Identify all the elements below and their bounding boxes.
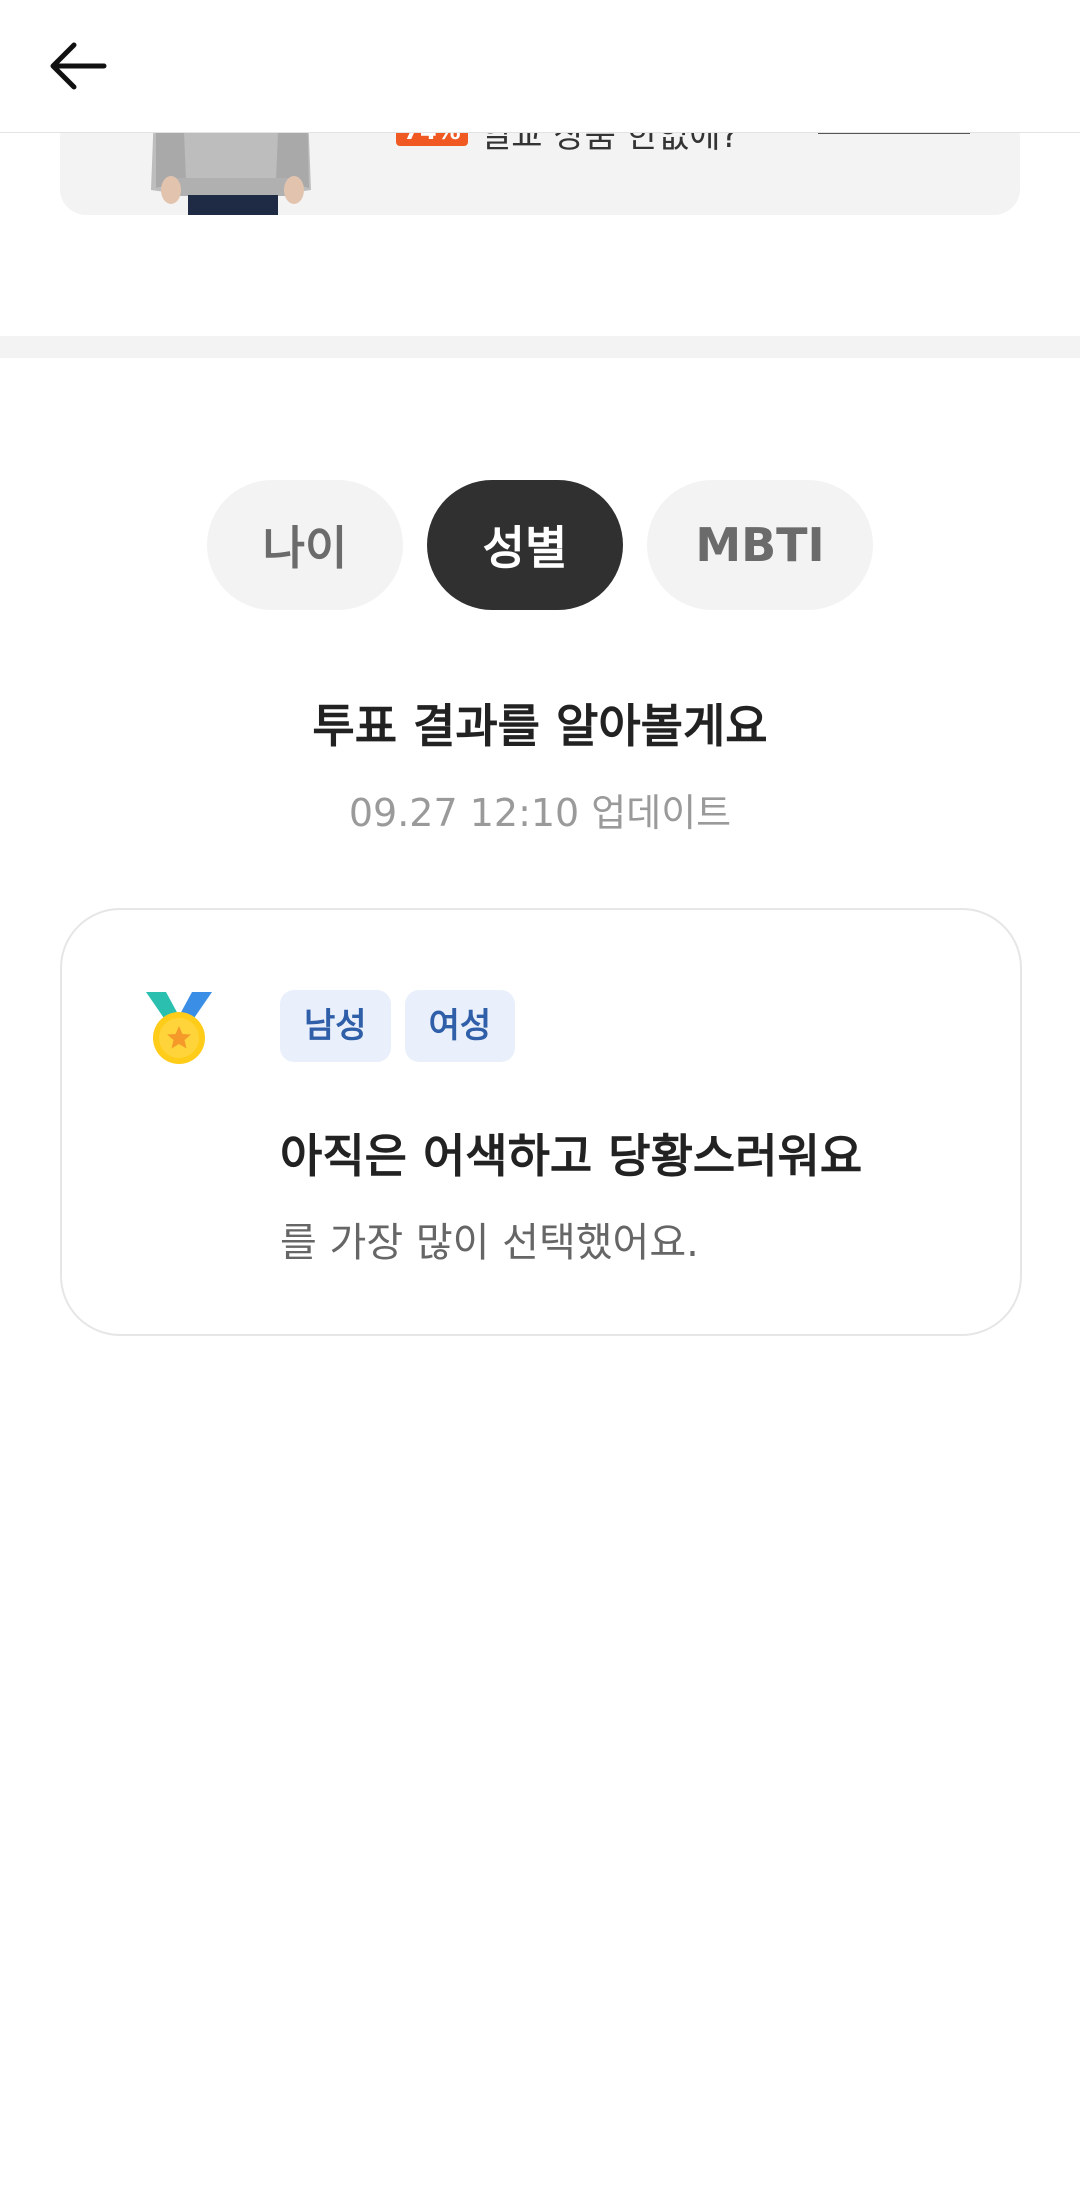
back-button[interactable] [34,24,122,108]
vote-result-page: 74% 일교 상품 한없에? 나이 성별 MBTI 투표 결과를 알아볼게요 0… [0,0,1080,2204]
answer-suffix: 를 가장 많이 선택했어요. [280,1220,699,1266]
section-divider [0,336,1080,358]
tab-gender[interactable]: 성별 [427,480,623,610]
top-answer: 아직은 어색하고 당황스러워요 [280,1129,863,1183]
filter-tabs: 나이 성별 MBTI [0,480,1080,610]
chip-female: 여성 [404,990,516,1062]
tab-age[interactable]: 나이 [207,480,403,610]
chip-male: 남성 [280,990,391,1062]
gold-medal-icon [146,992,212,1064]
result-title: 투표 결과를 알아볼게요 [312,699,768,753]
arrow-left-icon [50,42,107,90]
top-bar [0,0,1080,133]
tab-mbti[interactable]: MBTI [647,480,873,610]
chips: 남성 여성 [280,990,516,1062]
update-time: 09.27 12:10 업데이트 [348,791,732,835]
result-card: 남성 여성 아직은 어색하고 당황스러워요 를 가장 많이 선택했어요. [60,908,1022,1336]
